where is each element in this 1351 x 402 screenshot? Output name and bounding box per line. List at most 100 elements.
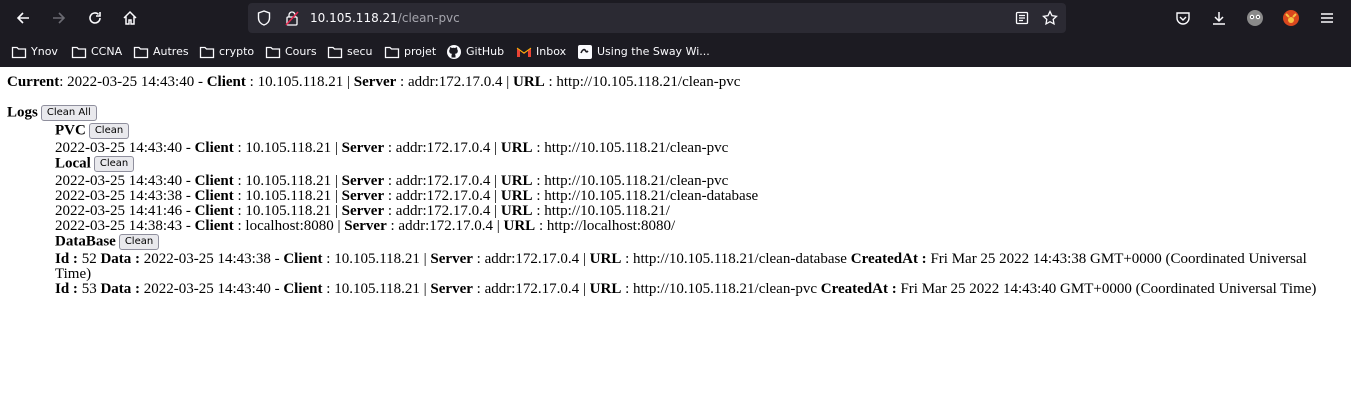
client-label: Client [206,74,246,90]
forward-icon[interactable] [47,6,71,30]
url-bar[interactable]: 10.105.118.21/clean-pvc [248,3,1066,33]
database-log-entry: Id : 53 Data : 2022-03-25 14:43:40 - Cli… [55,281,1317,297]
entry-url: http://10.105.118.21/clean-pvc [544,173,729,189]
entry-server: addr:172.17.0.4 [395,203,491,219]
bookmark-ynov[interactable]: Ynov [11,36,58,67]
bookmark-label: crypto [219,45,255,58]
client-label: Client [194,203,234,219]
reload-icon[interactable] [83,6,107,30]
bookmark-label: projet [404,45,437,58]
server-label: Server [353,74,397,90]
entry-date: 2022-03-25 14:43:40 [55,140,183,156]
entry-url: http://10.105.118.21/clean-pvc [544,140,729,156]
sway-icon [578,44,592,59]
folder-icon [327,46,343,58]
current-url: http://10.105.118.21/clean-pvc [556,74,741,90]
url-path: /clean-pvc [397,11,460,25]
bookmark-label: Ynov [31,45,58,58]
bookmark-github[interactable]: GitHub [446,36,504,67]
local-log-entry: 2022-03-25 14:41:46 - Client : 10.105.11… [55,203,670,219]
entry-client: 10.105.118.21 [245,203,332,219]
bookmark-ccna[interactable]: CCNA [71,36,122,67]
database-header: DataBase Clean [55,234,160,250]
entry-date: 2022-03-25 14:43:40 [55,173,183,189]
bookmark-sway[interactable]: Using the Sway Wi... [577,36,710,67]
entry-server: addr:172.17.0.4 [484,281,580,297]
extension-fox-icon[interactable] [1279,6,1303,30]
folder-icon [199,46,215,58]
pvc-heading: PVC [55,122,86,139]
gmail-icon [516,47,532,57]
local-header: Local Clean [55,155,135,172]
entry-server: addr:172.17.0.4 [395,140,491,156]
bookmark-autres[interactable]: Autres [133,36,189,67]
client-label: Client [194,140,234,156]
current-server: addr:172.17.0.4 [407,74,503,90]
bookmark-label: GitHub [466,45,505,58]
folder-icon [265,46,281,58]
client-label: Client [194,188,234,204]
url-label: URL [500,188,533,204]
pocket-icon[interactable] [1171,6,1195,30]
current-date: 2022-03-25 14:43:40 [67,74,195,90]
entry-created-at: Fri Mar 25 2022 14:43:40 GMT+0000 (Coord… [900,281,1317,297]
server-label: Server [341,140,385,156]
folder-icon [133,46,149,58]
entry-date: 2022-03-25 14:43:40 [143,281,271,297]
downloads-icon[interactable] [1207,6,1231,30]
database-log-entry-wrap: Time) [55,267,91,282]
menu-icon[interactable] [1315,6,1339,30]
bookmark-label: Using the Sway Wi... [597,45,710,58]
entry-date: 2022-03-25 14:41:46 [55,203,183,219]
entry-date: 2022-03-25 14:43:38 [143,251,271,267]
extension-avatar-icon[interactable] [1243,6,1267,30]
current-line: Current: 2022-03-25 14:43:40 - Client : … [7,74,741,90]
entry-url: http://10.105.118.21/ [544,203,670,219]
home-icon[interactable] [118,6,142,30]
bookmark-star-icon[interactable] [1042,10,1058,26]
client-label: Client [194,218,234,234]
bookmark-cours[interactable]: Cours [265,36,317,67]
server-label: Server [341,203,385,219]
client-label: Client [283,251,323,267]
entry-client: 10.105.118.21 [245,188,332,204]
current-label: Current [7,74,60,90]
local-heading: Local [55,155,91,172]
clean-database-button[interactable]: Clean [118,234,160,250]
url-label: URL [513,74,545,90]
server-label: Server [344,218,387,234]
insecure-lock-icon[interactable] [284,10,300,26]
id-label: Id : [55,251,78,267]
url-label: URL [503,218,536,234]
reader-view-icon[interactable] [1014,10,1030,26]
url-label: URL [589,281,622,297]
tracking-shield-icon[interactable] [256,10,272,26]
data-label: Data : [100,281,141,297]
entry-server: addr:172.17.0.4 [484,251,580,267]
entry-id: 53 [81,281,97,297]
url-label: URL [500,203,533,219]
clean-local-button[interactable]: Clean [93,156,135,172]
bookmark-label: secu [347,45,373,58]
clean-pvc-button[interactable]: Clean [88,123,130,139]
url-label: URL [500,140,533,156]
back-icon[interactable] [11,6,35,30]
bookmark-label: CCNA [91,45,123,58]
bookmark-crypto[interactable]: crypto [199,36,254,67]
pvc-header: PVC Clean [55,122,130,139]
bookmark-label: Inbox [536,45,567,58]
url-text[interactable]: 10.105.118.21/clean-pvc [310,3,460,33]
server-label: Server [341,188,385,204]
bookmark-secu[interactable]: secu [327,36,373,67]
url-label: URL [589,251,622,267]
client-label: Client [283,281,323,297]
bookmark-projet[interactable]: projet [384,36,436,67]
local-log-entry: 2022-03-25 14:43:40 - Client : 10.105.11… [55,173,729,189]
entry-client: 10.105.118.21 [334,281,420,297]
local-log-entry: 2022-03-25 14:43:38 - Client : 10.105.11… [55,188,759,204]
entry-client: 10.105.118.21 [245,173,332,189]
entry-url: http://10.105.118.21/clean-database [544,188,759,204]
clean-all-button[interactable]: Clean All [40,105,97,121]
bookmark-inbox[interactable]: Inbox [516,36,566,67]
entry-url: http://localhost:8080/ [546,218,676,234]
